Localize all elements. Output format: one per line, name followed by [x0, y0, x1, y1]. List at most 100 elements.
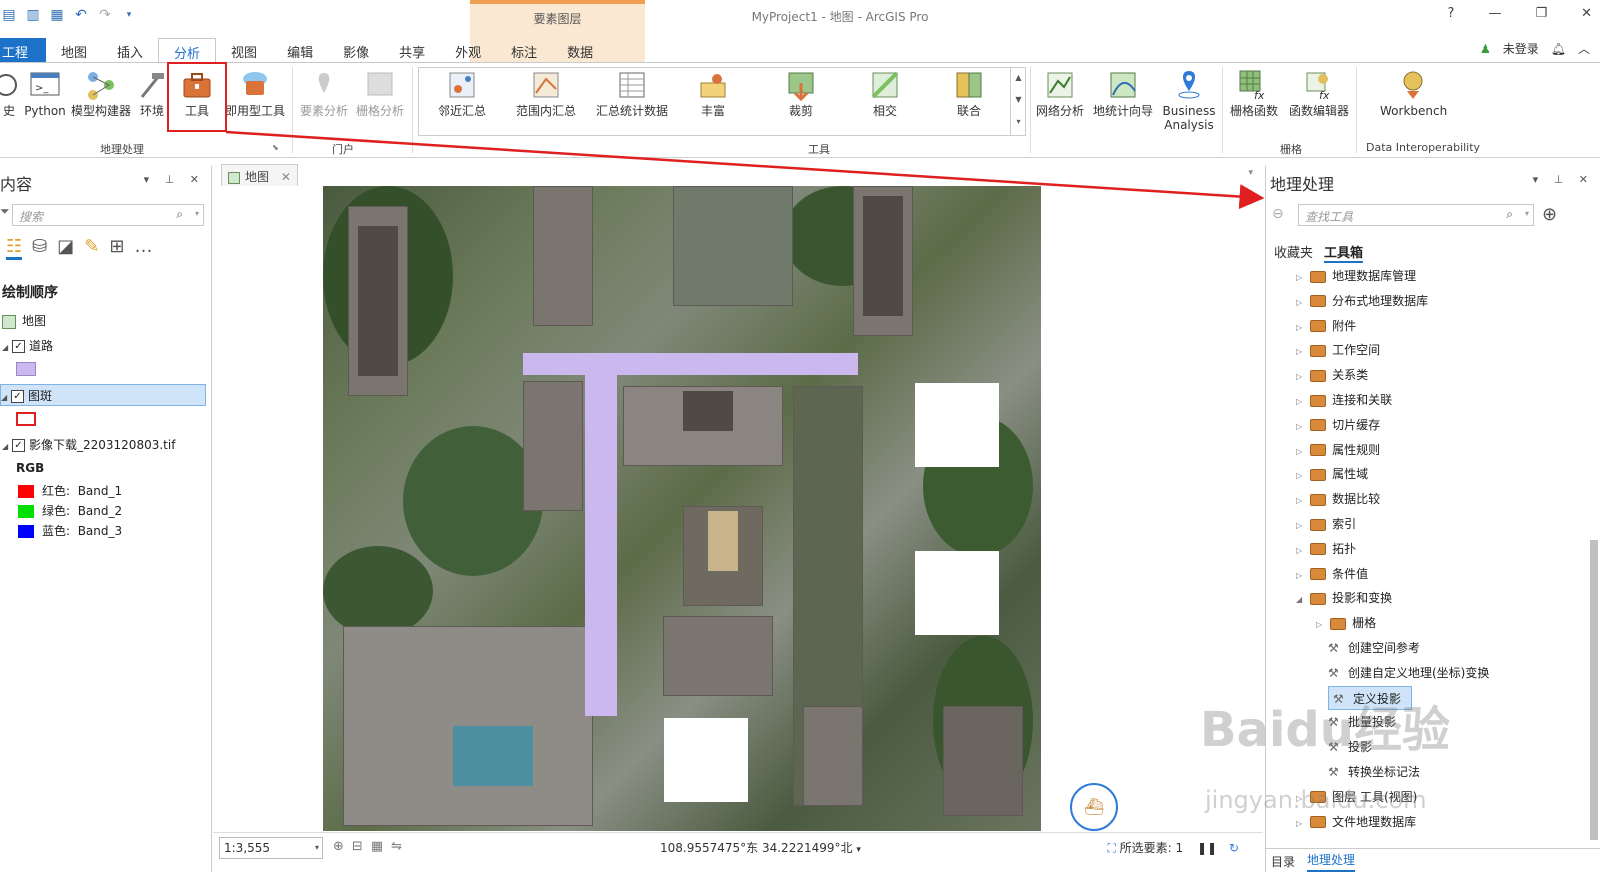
expand-icon[interactable]: ◢	[1, 387, 11, 409]
toolbox-item[interactable]: ▷ 附件	[1296, 314, 1356, 338]
toolbox-item[interactable]: ▷ 关系类	[1296, 363, 1368, 387]
roads-symbol[interactable]	[16, 362, 36, 376]
tab-map[interactable]: 地图	[46, 38, 102, 62]
business-analysis-button[interactable]: Business Analysis	[1160, 69, 1218, 132]
coordinates-dropdown-icon[interactable]: ▾	[856, 845, 861, 855]
map-tab[interactable]: 地图 ✕	[221, 164, 298, 186]
expand-icon[interactable]: ▷	[1296, 298, 1302, 307]
navigator-button[interactable]: ⛴	[1070, 783, 1118, 831]
scroll-thumb[interactable]	[1590, 540, 1598, 840]
close-tab-icon[interactable]: ✕	[281, 170, 291, 184]
parcel-feature[interactable]	[915, 551, 999, 635]
model-builder-button[interactable]: 模型构建器	[68, 69, 134, 118]
add-icon[interactable]: ⊕	[1542, 204, 1557, 225]
tab-favorites[interactable]: 收藏夹	[1274, 242, 1313, 261]
tab-analysis[interactable]: 分析	[158, 38, 217, 62]
tab-project[interactable]: 工程	[0, 38, 46, 62]
summarize-nearby-button[interactable]: 邻近汇总	[430, 69, 494, 118]
tab-share[interactable]: 共享	[384, 38, 440, 62]
filter-icon[interactable]: ⏷	[0, 204, 10, 219]
toolbox-item[interactable]: ◢ 投影和变换	[1296, 586, 1392, 610]
snapping-toggle-icon[interactable]: ⇋	[391, 839, 402, 854]
parcel-feature[interactable]	[915, 383, 999, 467]
collapse-ribbon-icon[interactable]: ︿	[1578, 40, 1590, 57]
function-editor-button[interactable]: fx 函数编辑器	[1286, 69, 1352, 118]
editing-icon[interactable]: ✎	[84, 236, 99, 260]
pause-icon[interactable]: ❚❚	[1197, 841, 1217, 855]
map-node[interactable]: 地图	[2, 310, 46, 332]
minimize-icon[interactable]: —	[1488, 6, 1501, 21]
parcels-symbol[interactable]	[16, 412, 36, 426]
tab-view[interactable]: 视图	[216, 38, 272, 62]
toolbox-item[interactable]: ▷ 属性规则	[1296, 438, 1380, 462]
expand-icon[interactable]: ▷	[1296, 323, 1302, 332]
summary-statistics-button[interactable]: 汇总统计数据	[594, 69, 670, 118]
tab-labeling[interactable]: 标注	[496, 38, 552, 62]
refresh-icon[interactable]: ↻	[1229, 841, 1239, 855]
expand-icon[interactable]: ▷	[1296, 496, 1302, 505]
history-button[interactable]: 史	[0, 69, 18, 118]
summarize-within-button[interactable]: 范围内汇总	[508, 69, 584, 118]
map-tab-dropdown-icon[interactable]: ▾	[1248, 168, 1253, 178]
search-icon[interactable]: ⌕	[1506, 207, 1513, 222]
raster-functions-button[interactable]: fx 栅格函数	[1226, 69, 1282, 118]
intersect-button[interactable]: 相交	[862, 69, 908, 118]
toolbox-item[interactable]: ▷ 地理数据库管理	[1296, 264, 1416, 288]
toolbox-item[interactable]: ▷ 条件值	[1296, 562, 1368, 586]
drawing-order-icon[interactable]: ☷	[6, 236, 23, 260]
expand-icon[interactable]: ▷	[1296, 397, 1302, 406]
restore-icon[interactable]: ❐	[1535, 6, 1547, 21]
expand-icon[interactable]: ▷	[1316, 620, 1322, 629]
gallery-scroll[interactable]: ▲ ▼ ▾	[1010, 67, 1026, 136]
expand-icon[interactable]: ▷	[1296, 471, 1302, 480]
search-icon[interactable]: ⌕	[176, 207, 183, 222]
grid-icon[interactable]: ▦	[371, 839, 383, 854]
expand-icon[interactable]: ▷	[1296, 447, 1302, 456]
scale-dropdown-icon[interactable]: ▾	[315, 843, 319, 852]
toolbox-item[interactable]: ▷ 分布式地理数据库	[1296, 289, 1428, 313]
layer-roads[interactable]: ◢ ✓ 道路	[2, 335, 53, 357]
satellite-imagery[interactable]	[323, 186, 1041, 831]
expand-icon[interactable]: ▷	[1296, 273, 1302, 282]
grid-settings-icon[interactable]: ⊟	[352, 839, 363, 854]
toolbox-item[interactable]: ▷ 数据比较	[1296, 487, 1380, 511]
expand-icon[interactable]: ▷	[1296, 546, 1302, 555]
tool-item[interactable]: ⚒ 创建空间参考	[1328, 636, 1420, 660]
toolbox-item[interactable]: ▷ 连接和关联	[1296, 388, 1392, 412]
tab-catalog[interactable]: 目录	[1271, 853, 1295, 870]
expand-icon[interactable]: ▷	[1296, 819, 1302, 828]
python-button[interactable]: >_ Python	[22, 69, 68, 118]
expand-icon[interactable]: ▷	[1296, 571, 1302, 580]
expand-icon[interactable]: ◢	[1296, 595, 1302, 604]
find-tools-input[interactable]: 查找工具 ⌕ ▾	[1298, 204, 1534, 226]
help-button[interactable]: ?	[1448, 6, 1455, 21]
notification-icon[interactable]: 🔔︎	[1551, 42, 1566, 56]
union-button[interactable]: 联合	[946, 69, 992, 118]
clip-button[interactable]: 裁剪	[778, 69, 824, 118]
network-analysis-button[interactable]: 网络分析	[1032, 69, 1088, 118]
toolbox-item[interactable]: ▷ 栅格	[1316, 611, 1376, 635]
search-dropdown-icon[interactable]: ▾	[1525, 209, 1529, 218]
ready-to-use-tools-button[interactable]: 即用型工具	[222, 69, 288, 118]
toolbox-item[interactable]: ▷ 工作空间	[1296, 338, 1380, 362]
data-source-icon[interactable]: ⛁	[32, 236, 47, 260]
expand-icon[interactable]: ▷	[1296, 521, 1302, 530]
sign-in-status[interactable]: 未登录	[1503, 40, 1539, 57]
tab-imagery[interactable]: 影像	[328, 38, 384, 62]
pane-controls[interactable]: ▾ ⊥ ✕	[1533, 173, 1594, 186]
parcel-feature[interactable]	[664, 718, 748, 802]
feature-analysis-button[interactable]: 要素分析	[296, 69, 352, 118]
vertical-scrollbar[interactable]	[1590, 270, 1598, 840]
layer-checkbox[interactable]: ✓	[12, 340, 25, 353]
tab-data[interactable]: 数据	[552, 38, 608, 62]
enrich-button[interactable]: 丰富	[690, 69, 736, 118]
toolbox-item[interactable]: ▷ 索引	[1296, 512, 1356, 536]
pane-controls[interactable]: ▾ ⊥ ✕	[144, 173, 205, 186]
add-icon[interactable]: ⊕	[333, 839, 344, 854]
layer-parcels[interactable]: ◢ ✓ 图斑	[0, 384, 206, 406]
layer-checkbox[interactable]: ✓	[11, 390, 24, 403]
selection-icon[interactable]: ◪	[57, 236, 74, 260]
layer-image[interactable]: ◢ ✓ 影像下载_2203120803.tif	[2, 434, 175, 456]
environments-button[interactable]: 环境	[138, 69, 166, 118]
expand-icon[interactable]: ◢	[2, 337, 12, 359]
